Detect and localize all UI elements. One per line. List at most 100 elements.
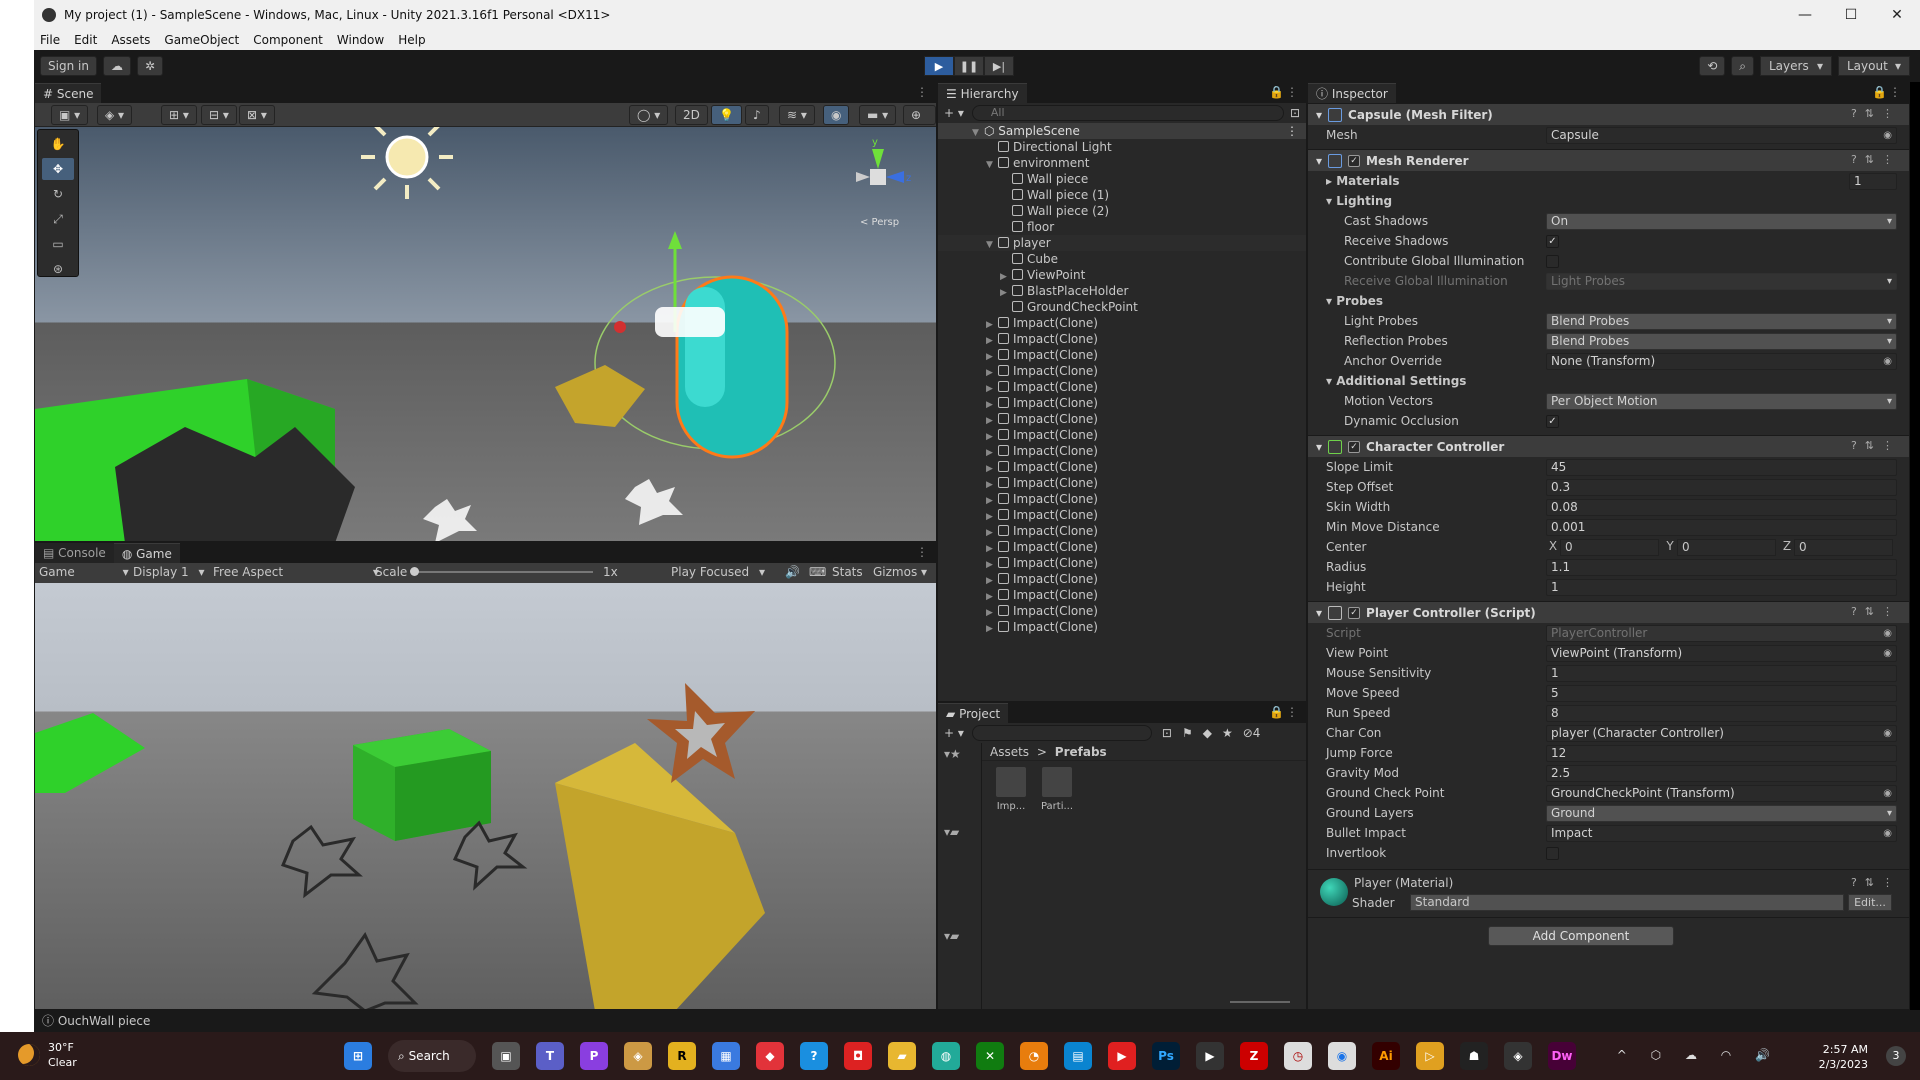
foldout-arrow-icon[interactable]: ▾ (1316, 154, 1322, 168)
lock-icon[interactable]: 🔒 (1872, 85, 1887, 99)
center-x-field[interactable]: 0 (1560, 538, 1659, 556)
center-y-field[interactable]: 0 (1677, 538, 1776, 556)
hierarchy-item[interactable]: ▶ Impact(Clone) (938, 331, 1306, 347)
taskbar-search-button[interactable]: ⌕ Search (388, 1040, 476, 1072)
view-point-field[interactable]: ViewPoint (Transform) (1546, 644, 1897, 662)
asset-impact[interactable]: Imp... (994, 767, 1028, 812)
dreamweaver-icon[interactable]: Dw (1548, 1042, 1576, 1070)
expand-arrow-icon[interactable]: ▶ (986, 621, 998, 637)
hierarchy-item[interactable]: Wall piece (2) (938, 203, 1306, 219)
foldout-arrow-icon[interactable]: ▾ (1316, 440, 1322, 454)
play-app-icon[interactable]: ▶ (1196, 1042, 1224, 1070)
dynamic-occlusion-checkbox[interactable]: ✓ (1546, 414, 1559, 428)
shader-dropdown[interactable]: Standard (1410, 894, 1844, 911)
kebab-menu-icon[interactable]: ⋮ (1889, 85, 1901, 99)
notification-badge[interactable]: 3 (1886, 1046, 1906, 1066)
collab-icon[interactable]: ✲ (136, 56, 163, 76)
foldout-arrow-icon[interactable]: ▾ (1316, 108, 1322, 122)
gizmos-dropdown[interactable]: Gizmos ▾ (873, 565, 927, 579)
character-controller-enabled-checkbox[interactable]: ✓ (1348, 440, 1361, 453)
chrome-icon[interactable]: ◉ (1328, 1042, 1356, 1070)
add-component-button[interactable]: Add Component (1488, 926, 1674, 946)
aspect-dropdown[interactable]: Free Aspect ▾ (213, 565, 379, 579)
menu-component[interactable]: Component (253, 33, 323, 47)
display-dropdown[interactable]: Display 1 ▾ (133, 565, 205, 579)
hierarchy-item[interactable]: ▶ Impact(Clone) (938, 523, 1306, 539)
layers-dropdown[interactable]: Layers ▾ (1760, 56, 1832, 76)
hierarchy-item[interactable]: ▶ Impact(Clone) (938, 363, 1306, 379)
component-menu-icons[interactable]: ?⇅⋮ (1851, 605, 1901, 618)
play-focused-dropdown[interactable]: Play Focused ▾ (671, 565, 765, 579)
search-by-type-icon[interactable]: ⊡ (1162, 726, 1172, 740)
lock-icon[interactable]: 🔒 (1269, 705, 1284, 719)
history-icon[interactable]: ⟲ (1699, 56, 1726, 76)
menu-file[interactable]: File (40, 33, 60, 47)
pause-button[interactable]: ❚❚ (954, 56, 984, 76)
photoshop-icon[interactable]: Ps (1152, 1042, 1180, 1070)
xbox-icon[interactable]: ✕ (976, 1042, 1004, 1070)
globe-app-icon[interactable]: ◍ (932, 1042, 960, 1070)
grid-snap-button[interactable]: ⊞ ▾ (161, 105, 197, 125)
hierarchy-item[interactable]: ▶ Impact(Clone) (938, 603, 1306, 619)
game-mode-dropdown[interactable]: Game ▾ (39, 565, 129, 579)
hierarchy-item[interactable]: ▶ Impact(Clone) (938, 411, 1306, 427)
packages-folder-icon[interactable]: ▾▰ (938, 839, 981, 943)
light-probes-dropdown[interactable]: Blend Probes (1546, 312, 1897, 330)
hierarchy-item[interactable]: ▶ Impact(Clone) (938, 347, 1306, 363)
scene-viewport[interactable]: ✋ ✥ ↻ ⤢ ▭ ⊛ y z < Persp (35, 127, 936, 541)
camera-icon[interactable]: ▬ ▾ (859, 105, 897, 125)
render-mode-button[interactable]: ◯ ▾ (629, 105, 669, 125)
hierarchy-item[interactable]: ▶ Impact(Clone) (938, 571, 1306, 587)
component-menu-icons[interactable]: ?⇅⋮ (1851, 153, 1901, 166)
status-message[interactable]: OuchWall piece (58, 1014, 151, 1028)
game-viewport[interactable] (35, 583, 936, 1009)
rotate-tool-icon[interactable]: ↻ (42, 183, 74, 205)
audio-icon[interactable]: ♪ (745, 105, 769, 125)
char-con-field[interactable]: player (Character Controller) (1546, 724, 1897, 742)
play-button[interactable]: ▶ (924, 56, 954, 76)
material-title[interactable]: Player (Material) (1354, 876, 1453, 890)
illustrator-icon[interactable]: Ai (1372, 1042, 1400, 1070)
height-field[interactable]: 1 (1546, 578, 1897, 596)
kebab-menu-icon[interactable]: ⋮ (1286, 705, 1298, 719)
player-controller-enabled-checkbox[interactable]: ✓ (1348, 606, 1361, 619)
asset-particles[interactable]: Parti... (1040, 767, 1074, 812)
gravity-mod-field[interactable]: 2.5 (1546, 764, 1897, 782)
breadcrumb-prefabs[interactable]: Prefabs (1055, 745, 1107, 759)
hierarchy-item[interactable]: ▶ Impact(Clone) (938, 587, 1306, 603)
kebab-menu-icon[interactable]: ⋮ (916, 85, 928, 99)
video-app-icon[interactable]: ▷ (1416, 1042, 1444, 1070)
visibility-icon[interactable]: ◉ (823, 105, 850, 125)
minimize-button[interactable]: — (1782, 7, 1828, 23)
maximize-button[interactable]: ☐ (1828, 7, 1874, 23)
add-icon[interactable]: + ▾ (944, 106, 964, 120)
windows-start-icon[interactable]: ⊞ (344, 1042, 372, 1070)
search-by-label-icon[interactable]: ⚑ (1182, 726, 1193, 740)
foldout-arrow-icon[interactable]: ▾ (1316, 606, 1322, 620)
lock-icon[interactable]: 🔒 (1269, 85, 1284, 99)
hierarchy-item[interactable]: ▼ player (938, 235, 1306, 251)
min-move-field[interactable]: 0.001 (1546, 518, 1897, 536)
favorite-star-icon[interactable]: ★ (1222, 726, 1233, 740)
layout-dropdown[interactable]: Layout ▾ (1838, 56, 1910, 76)
step-button[interactable]: ▶| (984, 56, 1014, 76)
calculator-icon[interactable]: ▤ (1064, 1042, 1092, 1070)
component-menu-icons[interactable]: ?⇅⋮ (1851, 439, 1901, 452)
filter-icon[interactable]: ⊡ (1290, 106, 1300, 120)
hierarchy-item[interactable]: ▶ BlastPlaceHolder (938, 283, 1306, 299)
hierarchy-scene-row[interactable]: ▼ ⬡ SampleScene ⋮ (938, 123, 1306, 139)
shader-edit-button[interactable]: Edit... (1848, 894, 1892, 911)
diamond-app-icon[interactable]: ◆ (756, 1042, 784, 1070)
materials-row[interactable]: ▸ Materials 1 (1308, 171, 1909, 191)
snap-increment-button[interactable]: ⊠ ▾ (239, 105, 275, 125)
component-menu-icons[interactable]: ?⇅⋮ (1851, 876, 1901, 889)
teams-icon[interactable]: T (536, 1042, 564, 1070)
hierarchy-item[interactable]: Cube (938, 251, 1306, 267)
mesh-field[interactable]: Capsule (1546, 126, 1897, 144)
additional-settings-row[interactable]: ▾ Additional Settings (1308, 371, 1909, 391)
task-view-icon[interactable]: ▣ (492, 1042, 520, 1070)
taskbar-clock[interactable]: 2:57 AM 2/3/2023 (1819, 1042, 1868, 1072)
hierarchy-item[interactable]: ▶ Impact(Clone) (938, 379, 1306, 395)
hierarchy-item[interactable]: ▶ Impact(Clone) (938, 507, 1306, 523)
hierarchy-search-input[interactable]: All (971, 105, 1284, 121)
